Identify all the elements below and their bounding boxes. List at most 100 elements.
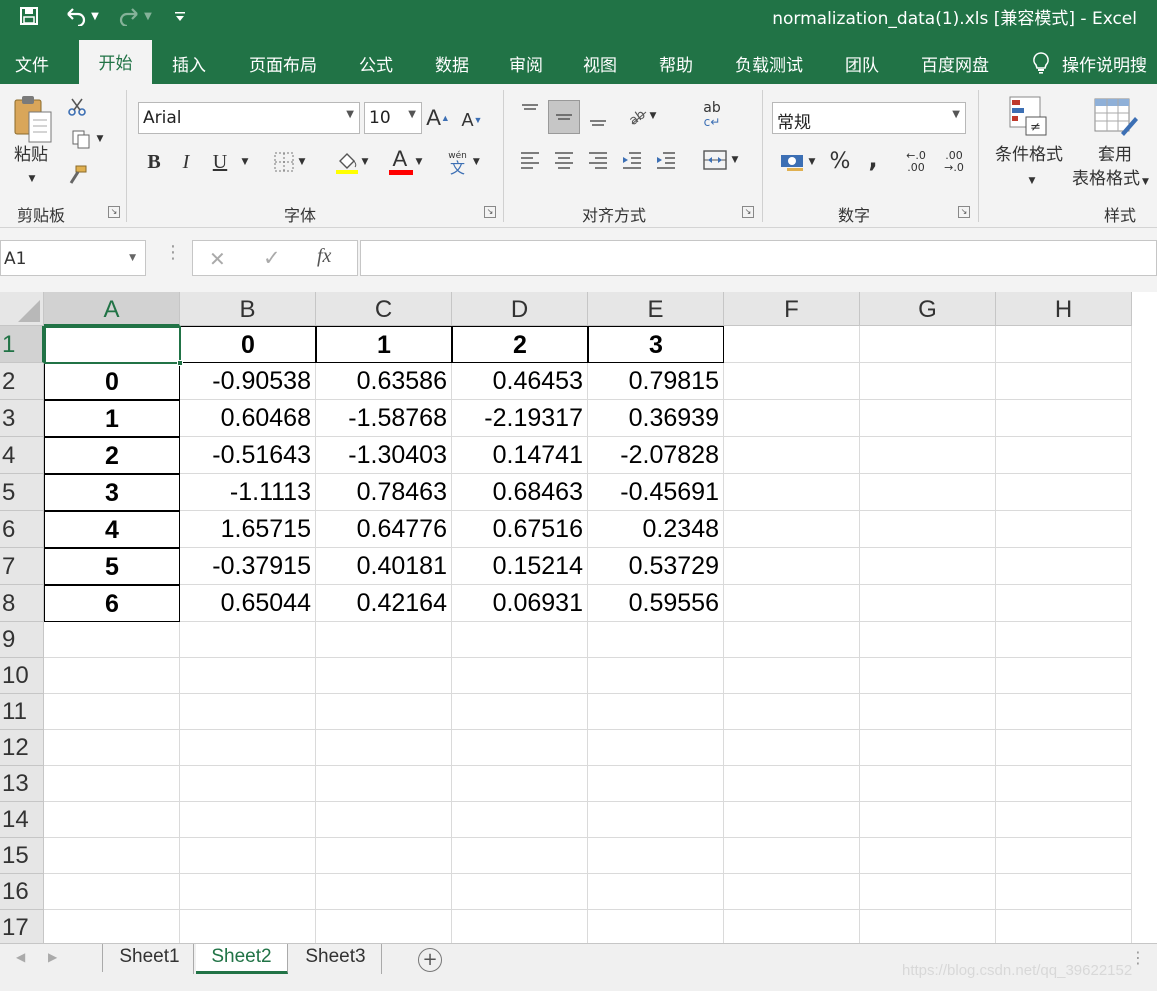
more-options-icon[interactable]: ⋮ bbox=[1130, 948, 1146, 967]
cell-b16[interactable] bbox=[180, 874, 316, 910]
bold-button[interactable]: B bbox=[142, 148, 166, 176]
cell-d9[interactable] bbox=[452, 622, 588, 658]
conditional-formatting-icon[interactable]: ≠ bbox=[1006, 94, 1052, 140]
cell-g10[interactable] bbox=[860, 658, 996, 694]
cell-a11[interactable] bbox=[44, 694, 180, 730]
row-header-5[interactable]: 5 bbox=[0, 474, 44, 511]
worksheet-grid[interactable]: ABCDEFGH 1 2 3 4 5 6 7 8 9 10 11 12 13 14 15 16 17 01230… bbox=[0, 292, 1157, 943]
cell-f3[interactable] bbox=[724, 400, 860, 437]
cell-f4[interactable] bbox=[724, 437, 860, 474]
cell-f12[interactable] bbox=[724, 730, 860, 766]
row-header-10[interactable]: 10 bbox=[0, 658, 44, 694]
cell-f11[interactable] bbox=[724, 694, 860, 730]
cell-d4[interactable]: 0.14741 bbox=[452, 437, 588, 474]
column-header-d[interactable]: D bbox=[452, 292, 588, 326]
cell-b17[interactable] bbox=[180, 910, 316, 943]
format-as-table-label-2[interactable]: 表格格式 ▼ bbox=[1072, 168, 1157, 194]
cell-c3[interactable]: -1.58768 bbox=[316, 400, 452, 437]
align-top-icon[interactable] bbox=[516, 98, 544, 124]
cell-g14[interactable] bbox=[860, 802, 996, 838]
undo-icon[interactable]: ▼ bbox=[58, 0, 104, 32]
cell-f1[interactable] bbox=[724, 326, 860, 363]
cell-d10[interactable] bbox=[452, 658, 588, 694]
decrease-indent-icon[interactable] bbox=[618, 146, 646, 174]
cell-a7[interactable]: 5 bbox=[44, 548, 180, 585]
font-color-button[interactable]: A ▼ bbox=[382, 146, 428, 178]
cell-b3[interactable]: 0.60468 bbox=[180, 400, 316, 437]
cell-h14[interactable] bbox=[996, 802, 1132, 838]
increase-decimal-button[interactable]: ←.0 .00 bbox=[898, 148, 934, 176]
format-painter-icon[interactable] bbox=[64, 162, 90, 188]
row-header-16[interactable]: 16 bbox=[0, 874, 44, 910]
cell-d12[interactable] bbox=[452, 730, 588, 766]
borders-button[interactable]: ▼ bbox=[266, 148, 312, 176]
tab-help[interactable]: 帮助 bbox=[644, 42, 708, 84]
column-header-f[interactable]: F bbox=[724, 292, 860, 326]
cell-b5[interactable]: -1.1113 bbox=[180, 474, 316, 511]
cell-d1[interactable]: 2 bbox=[452, 326, 588, 363]
cell-d14[interactable] bbox=[452, 802, 588, 838]
formula-bar-splitter-icon[interactable]: ⋮ bbox=[164, 242, 182, 263]
cell-c12[interactable] bbox=[316, 730, 452, 766]
increase-indent-icon[interactable] bbox=[652, 146, 680, 174]
cell-d17[interactable] bbox=[452, 910, 588, 943]
column-header-a[interactable]: A bbox=[44, 292, 180, 326]
cell-h11[interactable] bbox=[996, 694, 1132, 730]
column-header-c[interactable]: C bbox=[316, 292, 452, 326]
cell-d2[interactable]: 0.46453 bbox=[452, 363, 588, 400]
cell-c13[interactable] bbox=[316, 766, 452, 802]
cell-c11[interactable] bbox=[316, 694, 452, 730]
cell-e17[interactable] bbox=[588, 910, 724, 943]
cell-e12[interactable] bbox=[588, 730, 724, 766]
cell-a9[interactable] bbox=[44, 622, 180, 658]
cell-d3[interactable]: -2.19317 bbox=[452, 400, 588, 437]
cell-c8[interactable]: 0.42164 bbox=[316, 585, 452, 622]
cell-d11[interactable] bbox=[452, 694, 588, 730]
cell-a10[interactable] bbox=[44, 658, 180, 694]
cell-e9[interactable] bbox=[588, 622, 724, 658]
cell-b13[interactable] bbox=[180, 766, 316, 802]
decrease-decimal-button[interactable]: .00 →.0 bbox=[936, 148, 972, 176]
cell-a3[interactable]: 1 bbox=[44, 400, 180, 437]
cell-g7[interactable] bbox=[860, 548, 996, 585]
underline-button[interactable]: U bbox=[208, 148, 232, 176]
cell-c4[interactable]: -1.30403 bbox=[316, 437, 452, 474]
cell-e15[interactable] bbox=[588, 838, 724, 874]
cell-b9[interactable] bbox=[180, 622, 316, 658]
cell-d15[interactable] bbox=[452, 838, 588, 874]
tab-page-layout[interactable]: 页面布局 bbox=[236, 42, 330, 84]
cell-c14[interactable] bbox=[316, 802, 452, 838]
cell-f2[interactable] bbox=[724, 363, 860, 400]
cell-f10[interactable] bbox=[724, 658, 860, 694]
enter-icon[interactable]: ✓ bbox=[263, 246, 281, 270]
cell-c6[interactable]: 0.64776 bbox=[316, 511, 452, 548]
add-sheet-button[interactable]: + bbox=[418, 948, 442, 972]
cell-b12[interactable] bbox=[180, 730, 316, 766]
cell-h7[interactable] bbox=[996, 548, 1132, 585]
cell-g8[interactable] bbox=[860, 585, 996, 622]
cell-h2[interactable] bbox=[996, 363, 1132, 400]
cell-g13[interactable] bbox=[860, 766, 996, 802]
cell-a15[interactable] bbox=[44, 838, 180, 874]
paste-icon[interactable] bbox=[8, 92, 58, 148]
cell-g5[interactable] bbox=[860, 474, 996, 511]
orientation-icon[interactable]: ab ▼ bbox=[620, 102, 662, 130]
cell-b14[interactable] bbox=[180, 802, 316, 838]
sheet-tab-sheet1[interactable]: Sheet1 bbox=[106, 944, 194, 974]
fill-handle[interactable] bbox=[177, 360, 183, 366]
row-header-17[interactable]: 17 bbox=[0, 910, 44, 943]
column-header-g[interactable]: G bbox=[860, 292, 996, 326]
percent-button[interactable]: % bbox=[826, 146, 854, 176]
cell-f14[interactable] bbox=[724, 802, 860, 838]
column-header-b[interactable]: B bbox=[180, 292, 316, 326]
cell-g16[interactable] bbox=[860, 874, 996, 910]
cell-g6[interactable] bbox=[860, 511, 996, 548]
cell-h5[interactable] bbox=[996, 474, 1132, 511]
italic-button[interactable]: I bbox=[174, 148, 198, 176]
cell-g2[interactable] bbox=[860, 363, 996, 400]
cell-b11[interactable] bbox=[180, 694, 316, 730]
cell-d8[interactable]: 0.06931 bbox=[452, 585, 588, 622]
cell-h8[interactable] bbox=[996, 585, 1132, 622]
cell-f6[interactable] bbox=[724, 511, 860, 548]
cell-h3[interactable] bbox=[996, 400, 1132, 437]
